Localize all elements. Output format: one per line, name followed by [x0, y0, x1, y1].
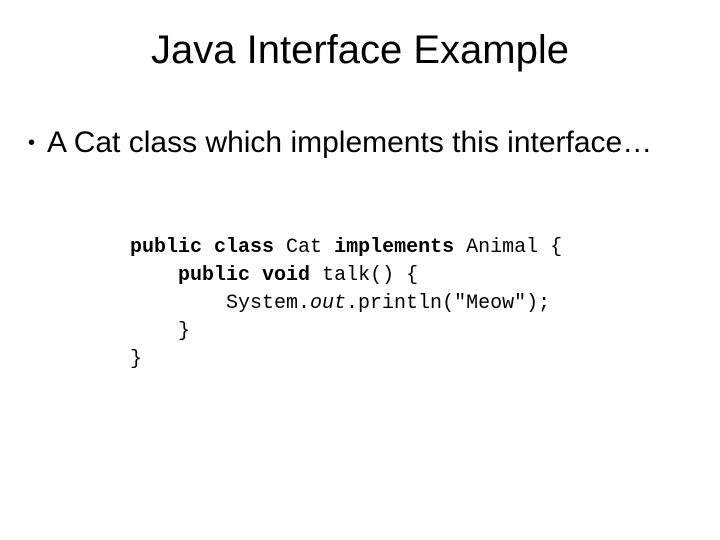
- bullet-item: • A Cat class which implements this inte…: [28, 123, 680, 162]
- code-text: }: [130, 320, 190, 343]
- slide-title: Java Interface Example: [0, 0, 720, 123]
- bullet-marker: •: [28, 123, 35, 156]
- bullet-text: A Cat class which implements this interf…: [47, 123, 652, 162]
- code-keyword: public: [130, 236, 202, 259]
- code-keyword: class: [214, 236, 274, 259]
- code-text: }: [130, 348, 142, 371]
- code-block: public class Cat implements Animal { pub…: [0, 162, 720, 374]
- code-text: .println("Meow");: [346, 292, 550, 315]
- code-indent: [130, 292, 226, 315]
- code-keyword: void: [262, 264, 310, 287]
- code-text: Cat: [274, 236, 334, 259]
- code-text: Animal {: [454, 236, 562, 259]
- code-text: System.: [226, 292, 310, 315]
- code-keyword: public: [178, 264, 250, 287]
- code-text: talk() {: [310, 264, 418, 287]
- code-italic: out: [310, 292, 346, 315]
- code-keyword: implements: [334, 236, 454, 259]
- bullet-list: • A Cat class which implements this inte…: [0, 123, 720, 162]
- code-indent: [130, 264, 178, 287]
